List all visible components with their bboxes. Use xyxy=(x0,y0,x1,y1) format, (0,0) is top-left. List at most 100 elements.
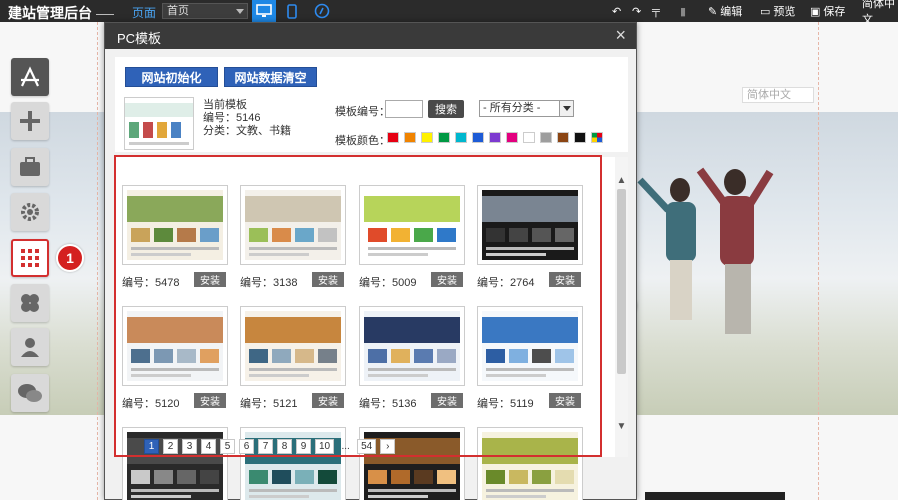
scroll-thumb[interactable] xyxy=(617,189,626,374)
template-number-input[interactable] xyxy=(385,100,423,118)
install-button[interactable]: 安装 xyxy=(431,393,463,408)
align-icon: ╤ xyxy=(652,5,660,17)
page-link[interactable]: 6 xyxy=(239,439,254,454)
clover-icon xyxy=(21,294,39,312)
scroll-down-icon[interactable]: ▼ xyxy=(615,419,628,433)
grid-scrollbar[interactable]: ▲ ▼ xyxy=(615,157,628,457)
chevron-down-icon xyxy=(559,101,573,116)
page-label: 页面 xyxy=(132,6,157,20)
template-thumbnail[interactable] xyxy=(359,185,465,265)
template-thumbnail[interactable] xyxy=(240,427,346,500)
sidebar-member-button[interactable] xyxy=(11,328,49,366)
save-label: 保存 xyxy=(823,6,846,18)
preview-button[interactable]: ▭ 预览 xyxy=(760,0,795,22)
install-button[interactable]: 安装 xyxy=(312,272,344,287)
site-data-clear-button[interactable]: 网站数据清空 xyxy=(224,67,317,87)
site-init-button[interactable]: 网站初始化 xyxy=(125,67,218,87)
template-number: 编号：5119 xyxy=(477,398,534,410)
sidebar-settings-button[interactable] xyxy=(11,193,49,231)
chart-button[interactable]: ▮ xyxy=(680,0,686,22)
install-button[interactable]: 安装 xyxy=(194,393,226,408)
template-number: 编号：2764 xyxy=(477,277,535,289)
guide-line-left xyxy=(97,22,98,500)
template-thumbnail[interactable] xyxy=(122,185,228,265)
search-button[interactable]: 搜索 xyxy=(428,100,464,118)
align-button[interactable]: ╤ xyxy=(652,0,660,22)
color-swatch[interactable] xyxy=(387,132,399,143)
save-button[interactable]: ▣ 保存 xyxy=(810,0,845,22)
template-screenshot xyxy=(482,432,578,500)
install-button[interactable]: 安装 xyxy=(549,272,581,287)
sidebar-templates-button[interactable] xyxy=(11,239,49,277)
next-page-icon[interactable]: › xyxy=(380,439,396,454)
page-link[interactable]: 4 xyxy=(201,439,216,454)
install-button[interactable]: 安装 xyxy=(549,393,581,408)
language-button[interactable]: 简体中文 xyxy=(862,0,898,26)
sidebar-add-button[interactable] xyxy=(11,102,49,140)
color-swatch[interactable] xyxy=(404,132,416,143)
color-swatch[interactable] xyxy=(455,132,467,143)
category-select-value: - 所有分类 - xyxy=(483,102,541,114)
sidebar-toolbox-button[interactable] xyxy=(11,148,49,186)
page-link[interactable]: 5 xyxy=(220,439,235,454)
color-swatch[interactable] xyxy=(591,132,603,143)
color-swatch[interactable] xyxy=(421,132,433,143)
page-link[interactable]: 9 xyxy=(296,439,311,454)
page-link[interactable]: 7 xyxy=(258,439,273,454)
hero-people-image xyxy=(637,167,774,334)
template-thumbnail[interactable] xyxy=(477,185,583,265)
template-screenshot xyxy=(127,190,223,260)
page-link[interactable]: 54 xyxy=(357,439,377,454)
app-title-text: 建站管理后台 xyxy=(8,5,92,21)
template-thumbnail[interactable] xyxy=(122,427,228,500)
color-swatch[interactable] xyxy=(506,132,518,143)
template-thumbnail[interactable] xyxy=(240,306,346,386)
color-swatch[interactable] xyxy=(472,132,484,143)
page-link[interactable]: 2 xyxy=(163,439,178,454)
template-number-label: 模板编号： xyxy=(335,106,390,118)
color-swatch[interactable] xyxy=(438,132,450,143)
redo-icon: ↷ xyxy=(632,5,642,18)
dialog-title: PC模板 xyxy=(117,31,162,46)
current-template-preview xyxy=(125,98,193,149)
install-button[interactable]: 安装 xyxy=(312,393,344,408)
current-template-category: 分类：文教、书籍 xyxy=(203,125,291,137)
template-thumbnail[interactable] xyxy=(359,427,465,500)
app-view-button[interactable] xyxy=(310,0,334,22)
close-icon[interactable]: × xyxy=(615,25,626,46)
template-screenshot xyxy=(245,311,341,381)
edit-button[interactable]: ✎ 编辑 xyxy=(708,0,742,22)
template-thumbnail[interactable] xyxy=(359,306,465,386)
sidebar-modules-button[interactable] xyxy=(11,284,49,322)
template-thumbnail[interactable] xyxy=(477,306,583,386)
template-thumbnail[interactable] xyxy=(122,306,228,386)
page-link[interactable]: 10 xyxy=(315,439,335,454)
template-thumbnail[interactable] xyxy=(240,185,346,265)
desktop-view-button[interactable] xyxy=(252,0,276,22)
redo-button[interactable]: ↷ xyxy=(632,0,641,22)
title-divider xyxy=(96,13,114,15)
chevron-down-icon xyxy=(236,9,244,14)
page-link[interactable]: 3 xyxy=(182,439,197,454)
page-link[interactable]: 1 xyxy=(144,439,159,454)
phone-icon xyxy=(287,3,297,19)
color-swatch[interactable] xyxy=(523,132,535,143)
sidebar-app-button[interactable] xyxy=(11,58,49,96)
template-thumbnail[interactable] xyxy=(477,427,583,500)
page-link[interactable]: 8 xyxy=(277,439,292,454)
scroll-up-icon[interactable]: ▲ xyxy=(615,173,628,187)
page-select[interactable]: 首页 xyxy=(162,3,248,19)
template-filter-panel: 网站初始化 网站数据清空 当前模板 编号：5146 分类：文教、书籍 模板编号：… xyxy=(115,57,628,152)
mobile-view-button[interactable] xyxy=(280,0,304,22)
category-select[interactable]: - 所有分类 - xyxy=(479,100,574,117)
install-button[interactable]: 安装 xyxy=(431,272,463,287)
site-language-select[interactable]: 简体中文 xyxy=(742,87,814,103)
color-swatch[interactable] xyxy=(540,132,552,143)
color-swatch[interactable] xyxy=(557,132,569,143)
template-grid: 编号：5478 安装 编号：3138 安装 编号：5009 安装 编号：2764 安装 编号：5… xyxy=(115,157,628,500)
color-swatch[interactable] xyxy=(489,132,501,143)
sidebar-wechat-button[interactable] xyxy=(11,374,49,412)
undo-button[interactable]: ↶ xyxy=(612,0,621,22)
install-button[interactable]: 安装 xyxy=(194,272,226,287)
color-swatch[interactable] xyxy=(574,132,586,143)
